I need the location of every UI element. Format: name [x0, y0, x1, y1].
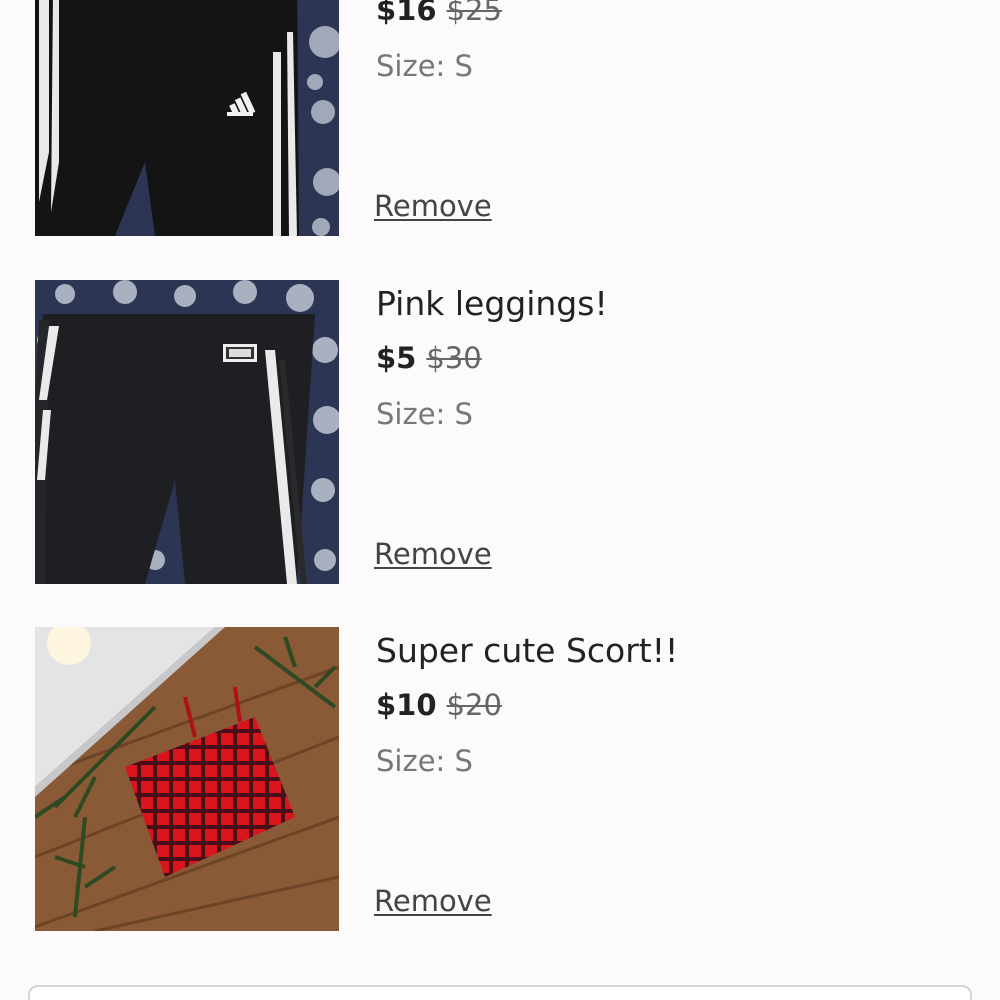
size-label: Size:: [376, 49, 446, 83]
item-prices: $10 $20: [376, 685, 502, 725]
item-original-price: $20: [446, 688, 502, 722]
item-prices: $5 $30: [376, 338, 482, 378]
cart-item: Pink leggings! $5 $30 Size: S Remove: [35, 280, 965, 584]
item-image-scort[interactable]: [35, 627, 339, 931]
item-price: $5: [376, 341, 417, 375]
item-image-pink-leggings[interactable]: [35, 280, 339, 584]
remove-button[interactable]: Remove: [374, 881, 492, 921]
size-value: S: [454, 49, 473, 83]
cart-item: $16 $25 Size: S Remove: [35, 0, 965, 236]
item-size: Size: S: [376, 741, 473, 781]
item-title: Super cute Scort!!: [376, 631, 679, 670]
size-label: Size:: [376, 397, 446, 431]
item-original-price: $30: [426, 341, 482, 375]
item-prices: $16 $25: [376, 0, 502, 30]
item-size: Size: S: [376, 46, 473, 86]
item-info: Super cute Scort!! $10 $20 Size: S Remove: [374, 627, 965, 931]
item-price: $16: [376, 0, 437, 27]
bottom-input-box[interactable]: [28, 985, 972, 1000]
size-value: S: [454, 397, 473, 431]
remove-button[interactable]: Remove: [374, 186, 492, 226]
size-value: S: [454, 744, 473, 778]
item-title: Pink leggings!: [376, 284, 608, 323]
remove-button[interactable]: Remove: [374, 534, 492, 574]
item-info: $16 $25 Size: S Remove: [374, 0, 965, 236]
cart-page: $16 $25 Size: S Remove Pink leggings! $5…: [0, 0, 1000, 1000]
item-image-adidas-leggings[interactable]: [35, 0, 339, 236]
item-info: Pink leggings! $5 $30 Size: S Remove: [374, 280, 965, 584]
item-size: Size: S: [376, 394, 473, 434]
cart-item: Super cute Scort!! $10 $20 Size: S Remove: [35, 627, 965, 931]
item-price: $10: [376, 688, 437, 722]
item-original-price: $25: [446, 0, 502, 27]
size-label: Size:: [376, 744, 446, 778]
